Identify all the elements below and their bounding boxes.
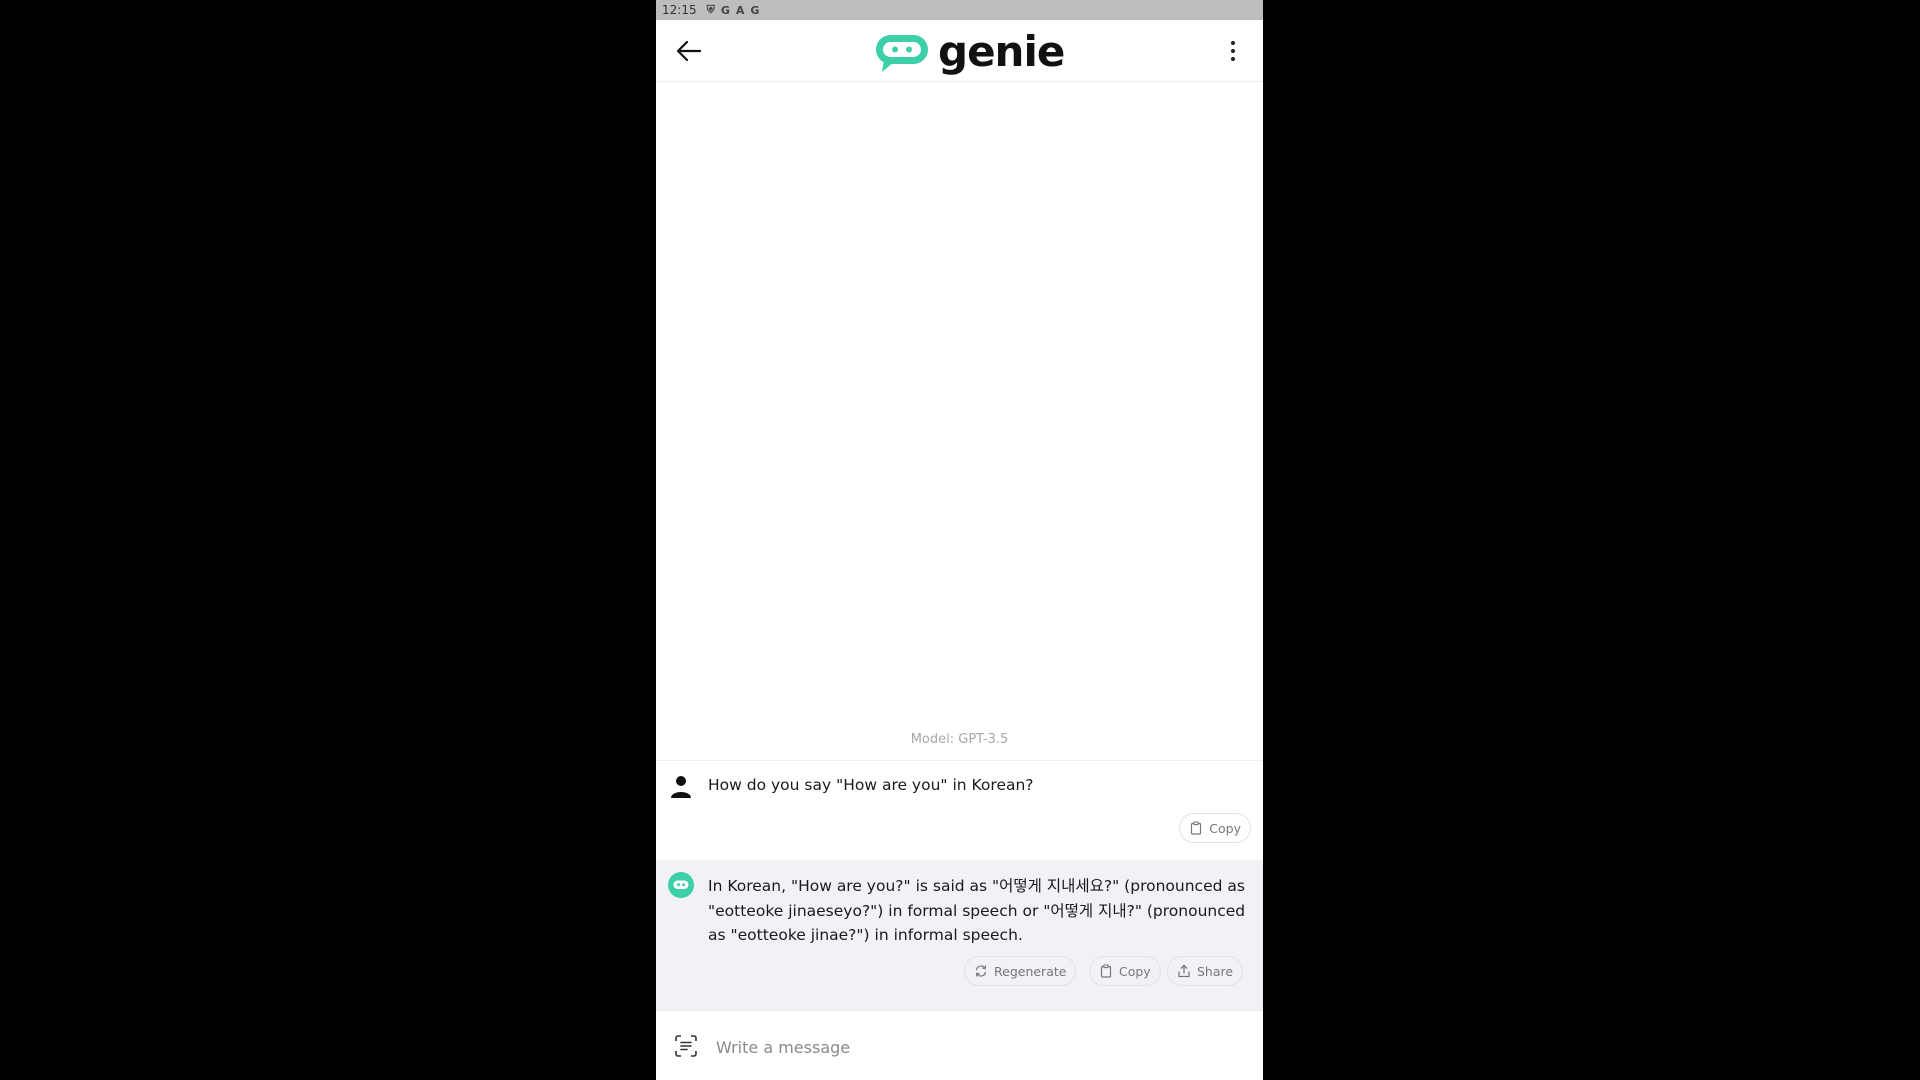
copy-button-label: Copy [1119,963,1151,979]
assistant-message-text: In Korean, "How are you?" is said as "어떻… [708,877,1246,944]
google-icon: G [750,3,760,17]
genie-avatar [668,872,694,898]
copy-button[interactable]: Copy [1089,956,1161,986]
message-composer [656,1010,1263,1080]
back-button[interactable] [674,36,704,66]
assistant-message: In Korean, "How are you?" is said as "어떻… [656,860,1263,1010]
person-icon [671,776,691,798]
message-input[interactable] [714,1029,1238,1065]
share-icon [1178,964,1190,978]
status-bar: 12:15 ⛨ G A G [656,0,1263,20]
refresh-icon [975,965,987,977]
user-avatar [668,773,694,799]
share-button[interactable]: Share [1167,956,1244,986]
google-icon: G [720,3,730,17]
prompt-templates-button[interactable] [674,1034,698,1058]
status-time: 12:15 [662,3,697,17]
arrow-left-icon [676,40,702,62]
shield-icon: ⛨ [706,3,715,16]
brand-name: genie [938,27,1065,76]
app-header: genie [656,20,1263,82]
user-message: How do you say "How are you" in Korean? … [656,760,1263,861]
copy-button-label: Copy [1209,820,1241,836]
genie-logo-icon [876,35,928,72]
more-options-button[interactable] [1223,36,1243,66]
model-label: Model: GPT-3.5 [910,732,1009,747]
more-vertical-icon [1231,41,1235,61]
clipboard-icon [1100,964,1112,978]
genie-logo: genie [874,27,1065,76]
genie-bot-icon [668,872,694,898]
regenerate-button-label: Regenerate [994,963,1067,979]
share-button-label: Share [1197,963,1234,979]
clipboard-icon [1191,821,1202,835]
a-icon: A [735,3,745,17]
scan-text-icon [675,1035,697,1057]
copy-button[interactable]: Copy [1179,813,1251,843]
regenerate-button[interactable]: Regenerate [964,956,1077,986]
status-icons: ⛨ G A G [707,3,760,17]
phone-screen: 12:15 ⛨ G A G genie Model: GPT-3.5 How d… [656,0,1263,1080]
user-message-text: How do you say "How are you" in Korean? [708,776,1034,794]
